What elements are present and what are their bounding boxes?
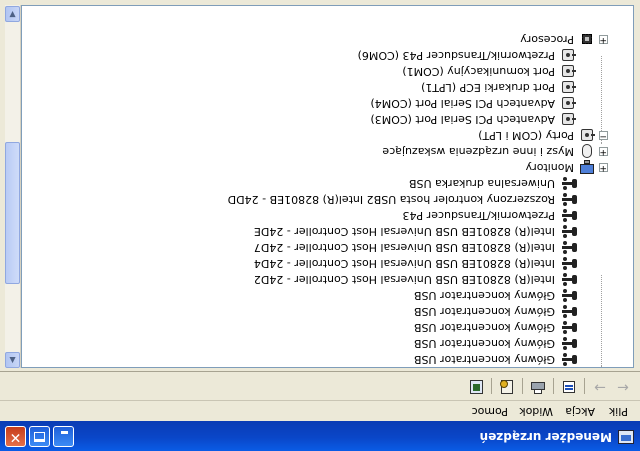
properties-icon[interactable] xyxy=(559,378,579,396)
expand-button[interactable]: + xyxy=(599,35,608,45)
usb-icon xyxy=(560,351,576,367)
title-bar[interactable]: Menedżer urządzeń ✕ xyxy=(0,421,640,451)
tree-item-label: Uniwersalna drukarka USB xyxy=(408,177,555,190)
mouse-icon xyxy=(579,143,595,159)
tree-item-label: Intel(R) 82801EB USB Universal Host Cont… xyxy=(253,225,555,238)
usb-icon xyxy=(560,271,576,287)
tree-item-usb[interactable]: Rozszerzony kontroler hosta USB2 Intel(R… xyxy=(21,191,633,207)
tree-item-usb[interactable]: Główny koncentrator USB xyxy=(21,335,633,351)
minimize-button[interactable] xyxy=(53,426,74,447)
tree-item-port[interactable]: Port drukarki ECP (LPT1) xyxy=(21,79,633,95)
tree-item-label: Przetwornik/Transducer P43 xyxy=(402,209,555,222)
expand-button[interactable]: + xyxy=(599,163,608,173)
tree-item-label: Intel(R) 82801EB USB Universal Host Cont… xyxy=(253,241,555,254)
scroll-down-icon[interactable]: ▼ xyxy=(5,6,20,22)
menu-view[interactable]: Widok xyxy=(519,405,553,418)
port-icon xyxy=(560,47,576,63)
menu-bar: Plik Akcja Widok Pomoc xyxy=(0,400,640,421)
tree-category-ports[interactable]: − Porty (COM i LPT) xyxy=(21,127,633,143)
usb-icon xyxy=(560,223,576,239)
toolbar: ← → xyxy=(0,371,640,400)
tree-item-usb[interactable]: Główny koncentrator USB xyxy=(21,319,633,335)
maximize-icon xyxy=(34,432,45,442)
tree-item-usb[interactable]: Intel(R) 82801EB USB Universal Host Cont… xyxy=(21,255,633,271)
tree-category-mice[interactable]: + Mysz i inne urządzenia wskazujące xyxy=(21,143,633,159)
menu-file[interactable]: Plik xyxy=(609,405,628,418)
update-driver-icon[interactable] xyxy=(466,378,486,396)
scan-hardware-icon[interactable] xyxy=(497,378,517,396)
tree-item-usb[interactable]: Intel(R) 82801EB USB Universal Host Cont… xyxy=(21,239,633,255)
usb-icon xyxy=(560,255,576,271)
print-icon[interactable] xyxy=(528,378,548,396)
device-tree: Główny koncentrator USB Główny koncentra… xyxy=(21,5,634,368)
tree-category-processors[interactable]: + Procesory xyxy=(21,31,633,47)
tree-item-port[interactable]: Advantech PCI Serial Port (COM4) xyxy=(21,95,633,111)
minimize-icon xyxy=(61,431,68,434)
vertical-scrollbar[interactable]: ▲ ▼ xyxy=(5,5,21,368)
port-icon xyxy=(560,95,576,111)
device-manager-icon[interactable] xyxy=(618,430,634,444)
tree-item-label: Główny koncentrator USB xyxy=(413,305,555,318)
tree-item-label: Główny koncentrator USB xyxy=(413,337,555,350)
tree-item-label: Port drukarki ECP (LPT1) xyxy=(421,81,555,94)
tree-item-label: Advantech PCI Serial Port (COM3) xyxy=(370,113,555,126)
tree-category-monitors[interactable]: + Monitory xyxy=(21,159,633,175)
tree-category-label: Monitory xyxy=(525,161,574,174)
tree-item-label: Intel(R) 82801EB USB Universal Host Cont… xyxy=(253,273,555,286)
tree-item-label: Port komunikacyjny (COM1) xyxy=(402,65,555,78)
tree-category-label: Procesory xyxy=(520,33,574,46)
window-title: Menedżer urządzeń xyxy=(479,430,612,444)
tree-item-label: Główny koncentrator USB xyxy=(413,353,555,366)
toolbar-separator xyxy=(584,378,585,394)
scroll-up-icon[interactable]: ▲ xyxy=(5,352,20,368)
device-manager-window: Menedżer urządzeń ✕ Plik Akcja Widok Pom… xyxy=(0,0,640,451)
tree-item-usb[interactable]: Główny koncentrator USB xyxy=(21,351,633,367)
collapse-button[interactable]: − xyxy=(599,131,608,141)
usb-icon xyxy=(560,191,576,207)
menu-action[interactable]: Akcja xyxy=(565,405,595,418)
tree-item-label: Advantech PCI Serial Port (COM4) xyxy=(370,97,555,110)
back-arrow-icon[interactable]: ← xyxy=(613,378,633,396)
tree-item-usb[interactable]: Uniwersalna drukarka USB xyxy=(21,175,633,191)
tree-category-label: Mysz i inne urządzenia wskazujące xyxy=(382,145,574,158)
tree-item-port[interactable]: Port komunikacyjny (COM1) xyxy=(21,63,633,79)
tree-item-port[interactable]: Advantech PCI Serial Port (COM3) xyxy=(21,111,633,127)
tree-item-label: Główny koncentrator USB xyxy=(413,321,555,334)
expand-button[interactable]: + xyxy=(599,147,608,157)
usb-icon xyxy=(560,303,576,319)
scroll-thumb[interactable] xyxy=(5,142,20,284)
usb-icon xyxy=(560,287,576,303)
close-button[interactable]: ✕ xyxy=(5,426,26,447)
tree-item-label: Główny koncentrator USB xyxy=(413,289,555,302)
forward-arrow-icon[interactable]: → xyxy=(590,378,610,396)
port-icon xyxy=(579,127,595,143)
menu-help[interactable]: Pomoc xyxy=(472,405,508,418)
usb-icon xyxy=(560,335,576,351)
toolbar-separator xyxy=(491,378,492,394)
tree-item-label: Przetwornik/Transducer P43 (COM6) xyxy=(357,49,555,62)
usb-icon xyxy=(560,239,576,255)
tree-item-usb[interactable]: Główny koncentrator USB xyxy=(21,287,633,303)
port-icon xyxy=(560,79,576,95)
tree-item-usb[interactable]: Intel(R) 82801EB USB Universal Host Cont… xyxy=(21,223,633,239)
usb-icon xyxy=(560,175,576,191)
tree-item-label: Intel(R) 82801EB USB Universal Host Cont… xyxy=(253,257,555,270)
port-icon xyxy=(560,63,576,79)
tree-category-label: Porty (COM i LPT) xyxy=(478,129,574,142)
close-icon: ✕ xyxy=(9,429,22,445)
monitor-icon xyxy=(579,159,595,175)
tree-item-port[interactable]: Przetwornik/Transducer P43 (COM6) xyxy=(21,47,633,63)
tree-item-usb[interactable]: Przetwornik/Transducer P43 xyxy=(21,207,633,223)
tree-item-usb[interactable]: Główny koncentrator USB xyxy=(21,303,633,319)
processor-icon xyxy=(579,31,595,47)
tree-item-usb[interactable]: Intel(R) 82801EB USB Universal Host Cont… xyxy=(21,271,633,287)
usb-icon xyxy=(560,319,576,335)
maximize-button[interactable] xyxy=(29,426,50,447)
toolbar-separator xyxy=(553,378,554,394)
tree-item-label: Rozszerzony kontroler hosta USB2 Intel(R… xyxy=(227,193,555,206)
port-icon xyxy=(560,111,576,127)
usb-icon xyxy=(560,207,576,223)
toolbar-separator xyxy=(522,378,523,394)
